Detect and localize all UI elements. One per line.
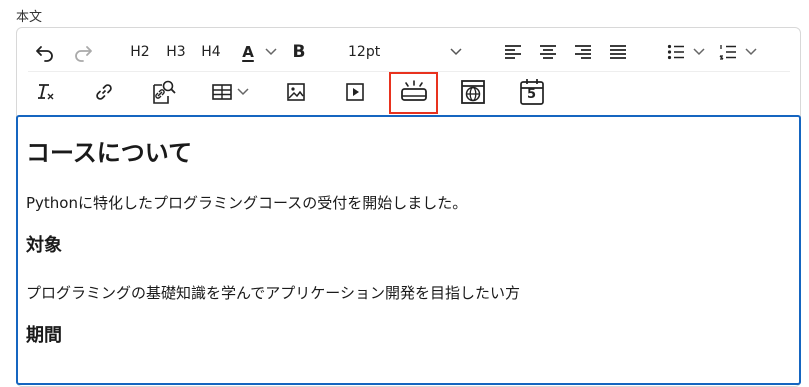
chevron-down-icon	[265, 48, 277, 56]
redo-button[interactable]	[72, 41, 94, 63]
heading-h2-button[interactable]: H2	[128, 42, 152, 62]
font-color-button[interactable]: A	[236, 40, 260, 64]
undo-button[interactable]	[34, 41, 56, 63]
heading-h4-button[interactable]: H4	[199, 42, 223, 62]
highlight-box	[389, 72, 438, 114]
insert-embed-button[interactable]	[459, 78, 487, 106]
section-text-target: プログラミングの基礎知識を学んでアプリケーション開発を目指したい方	[26, 284, 520, 302]
table-icon	[212, 84, 232, 100]
align-right-icon	[575, 45, 591, 59]
clear-formatting-icon	[38, 84, 54, 100]
numbered-list-icon	[719, 45, 736, 60]
search-link-button[interactable]	[150, 78, 178, 106]
numbered-list-button[interactable]	[717, 42, 739, 62]
bold-button[interactable]: B	[288, 40, 310, 64]
link-search-icon	[153, 80, 176, 104]
content-title: コースについて	[26, 139, 193, 167]
editor-content-area[interactable]: コースについて Pythonに特化したプログラミングコースの受付を開始しました。…	[16, 115, 801, 385]
redo-icon	[75, 46, 92, 62]
insert-table-button[interactable]	[210, 80, 234, 104]
chevron-down-icon	[693, 48, 705, 56]
align-center-icon	[540, 45, 556, 59]
link-icon	[96, 84, 112, 100]
insert-image-button[interactable]	[284, 80, 308, 104]
chevron-down-icon	[450, 48, 462, 56]
section-heading-period: 期間	[26, 325, 62, 346]
globe-window-icon	[461, 80, 485, 104]
insert-date-button[interactable]: 5	[518, 77, 546, 107]
content-intro: Pythonに特化したプログラミングコースの受付を開始しました。	[26, 194, 468, 212]
font-size-select[interactable]: 12pt	[336, 38, 470, 66]
insert-link-button[interactable]	[92, 80, 116, 104]
font-color-letter: A	[242, 43, 254, 61]
section-heading-target: 対象	[26, 235, 62, 256]
image-icon	[287, 83, 305, 101]
align-right-button[interactable]	[572, 42, 594, 62]
insert-table-dropdown[interactable]	[236, 84, 250, 100]
calendar-day-number: 5	[527, 87, 537, 102]
font-size-value: 12pt	[348, 44, 381, 60]
align-left-button[interactable]	[502, 42, 524, 62]
font-color-dropdown[interactable]	[264, 44, 278, 60]
chevron-down-icon	[237, 88, 249, 96]
clear-formatting-button[interactable]	[34, 80, 58, 104]
bullet-list-dropdown[interactable]	[692, 44, 706, 60]
align-justify-icon	[610, 45, 626, 59]
heading-h3-button[interactable]: H3	[164, 42, 188, 62]
align-left-icon	[505, 45, 521, 59]
numbered-list-dropdown[interactable]	[744, 44, 758, 60]
insert-video-button[interactable]	[343, 80, 367, 104]
video-icon	[346, 83, 364, 101]
bullet-list-icon	[667, 44, 684, 60]
bullet-list-button[interactable]	[665, 42, 687, 62]
body-field-label: 本文	[16, 10, 43, 25]
undo-icon	[36, 46, 53, 62]
chevron-down-icon	[745, 48, 757, 56]
align-justify-button[interactable]	[607, 42, 629, 62]
align-center-button[interactable]	[537, 42, 559, 62]
